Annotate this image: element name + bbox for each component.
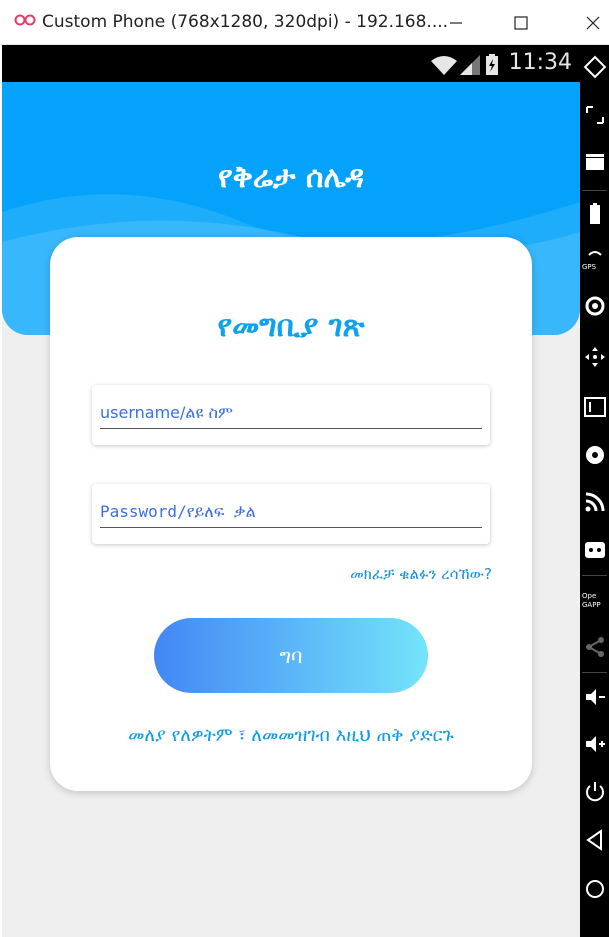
password-field-container [92,484,490,544]
minimize-button[interactable] [441,8,471,38]
more-icon[interactable] [583,538,607,562]
login-title: የመግቢያ ገጽ [217,309,365,344]
camera-icon[interactable] [583,295,607,319]
move-icon[interactable] [583,345,607,369]
close-icon [586,16,600,30]
username-input[interactable] [100,397,482,429]
resize-icon[interactable] [583,103,607,127]
rss-icon[interactable] [583,490,607,514]
battery-icon [486,54,498,75]
login-button[interactable]: ግባ [154,618,428,693]
header-title: የቅሬታ ሰሌዳ [217,160,365,195]
minimize-icon [450,22,462,24]
forgot-password-link[interactable]: መክፈቻ ቁልፉን ረሳኸው? [350,565,492,583]
status-icons [431,54,498,75]
opengapps-label[interactable]: Ope [582,592,596,600]
maximize-button[interactable] [506,8,536,38]
register-link[interactable]: መለያ የለዎትም ፣ ለመመዝገብ እዚህ ጠቅ ያድርጉ [50,725,532,746]
phone-screen: 11:34 የቅሬታ ሰሌዳ የመግቢያ ገጽ መክፈቻ ቁልፉን ረሳኸው? … [2,45,580,937]
volume-down-icon[interactable] [583,685,607,709]
emulator-toolbar: GPS Ope GAPP [580,45,609,937]
username-field-container [92,385,490,445]
volume-up-icon[interactable] [583,732,607,756]
video-icon[interactable] [583,150,607,174]
gps-label: GPS [582,263,597,271]
window-title: Custom Phone (768x1280, 320dpi) - 192.16… [42,12,449,32]
back-icon[interactable] [583,828,607,852]
status-bar: 11:34 [2,45,580,82]
close-button[interactable] [578,8,608,38]
password-input[interactable] [100,496,482,528]
window-titlebar: Custom Phone (768x1280, 320dpi) - 192.16… [0,0,609,45]
battery-icon[interactable] [583,202,607,226]
status-time: 11:34 [508,50,572,75]
id-icon[interactable] [583,395,607,419]
maximize-icon [514,16,528,30]
opengapps-label-2[interactable]: GAPP [582,601,601,609]
login-card: የመግቢያ ገጽ መክፈቻ ቁልፉን ረሳኸው? ግባ መለያ የለዎትም ፣ … [50,237,532,791]
home-icon[interactable] [583,877,607,901]
share-icon[interactable] [583,635,607,659]
signal-icon [460,55,480,75]
wifi-icon [431,56,457,75]
genymotion-logo-icon [14,14,36,26]
rotate-icon[interactable] [583,55,607,79]
power-icon[interactable] [583,780,607,804]
disk-icon[interactable] [583,443,607,467]
